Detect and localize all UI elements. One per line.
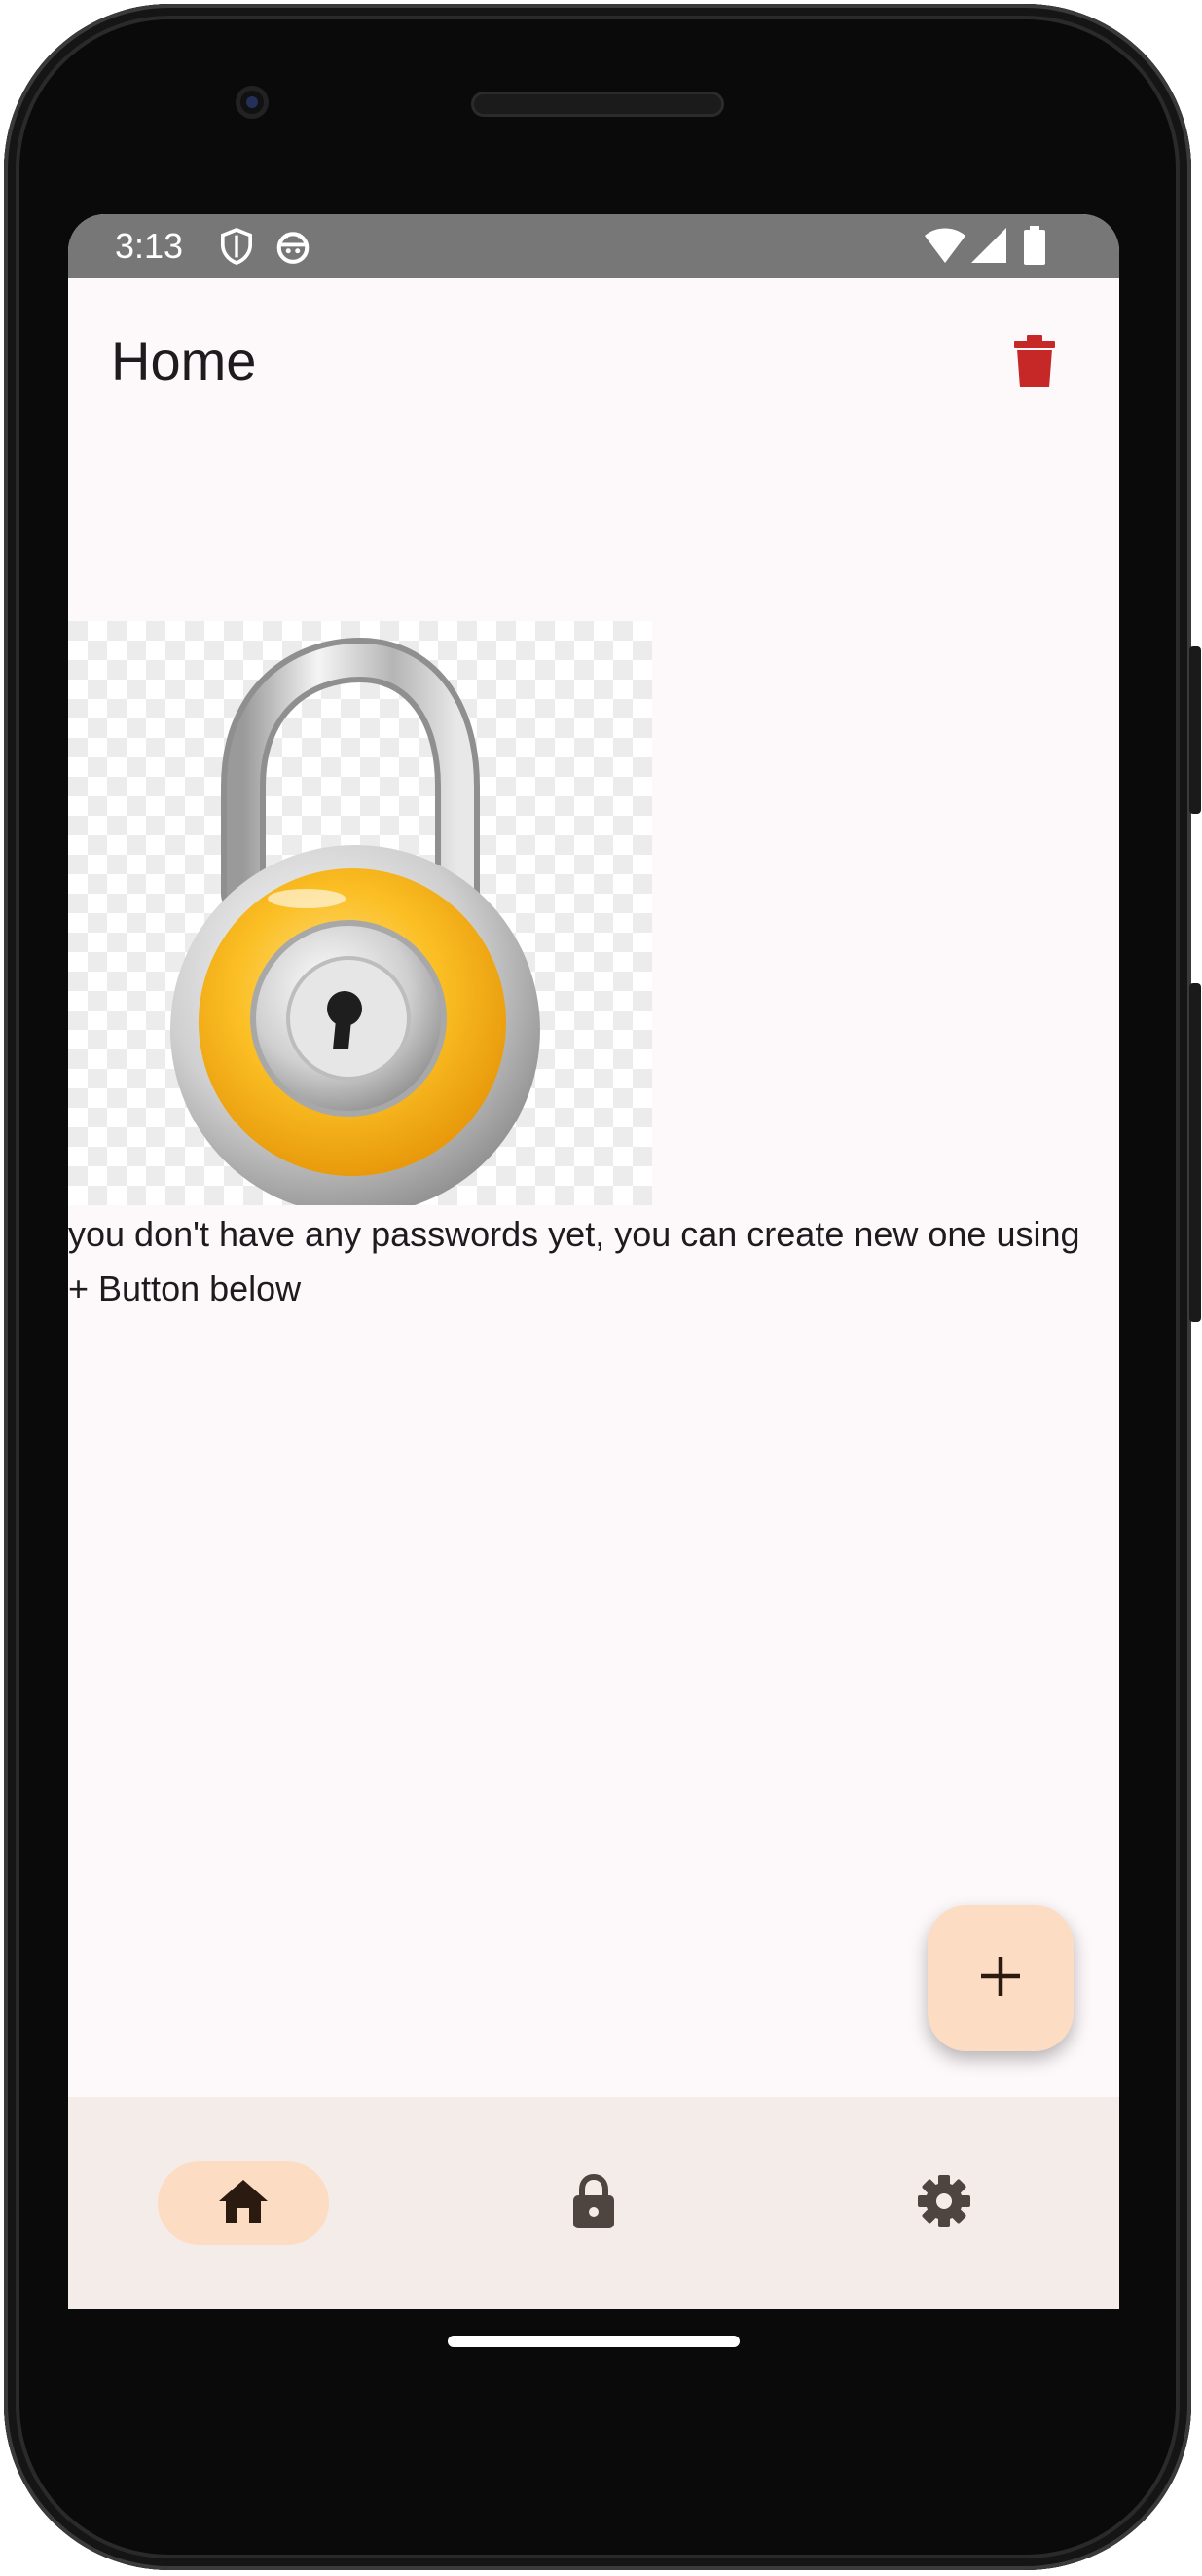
home-icon [217, 2178, 270, 2229]
nav-item-passwords[interactable] [419, 2097, 769, 2309]
front-camera [236, 86, 269, 119]
empty-state-message: you don't have any passwords yet, you ca… [68, 1214, 1080, 1308]
nav-active-indicator [158, 2161, 329, 2245]
battery-icon [1024, 226, 1045, 270]
cell-signal-icon [971, 228, 1006, 268]
nav-item-home[interactable] [68, 2097, 419, 2309]
lock-icon [571, 2173, 616, 2233]
plus-icon [979, 1955, 1022, 2003]
earpiece-speaker [471, 92, 724, 117]
gesture-home-indicator[interactable] [448, 2336, 740, 2347]
trash-icon [1014, 334, 1055, 392]
shield-icon [220, 228, 253, 270]
status-bar: 3:13 [68, 214, 1119, 278]
nav-item-settings[interactable] [769, 2097, 1119, 2309]
bottom-navigation [68, 2097, 1119, 2309]
power-button [1189, 983, 1201, 1322]
padlock-image [68, 621, 652, 1215]
status-time: 3:13 [115, 226, 184, 266]
android-face-icon [274, 228, 311, 270]
volume-button [1189, 646, 1201, 814]
gear-icon [917, 2174, 971, 2233]
page-title: Home [111, 330, 257, 391]
delete-button[interactable] [1001, 329, 1069, 397]
add-password-button[interactable] [928, 1905, 1074, 2051]
app-screen: 3:13 Home you don't have any passwords y… [68, 214, 1119, 2309]
wifi-icon [925, 228, 965, 268]
